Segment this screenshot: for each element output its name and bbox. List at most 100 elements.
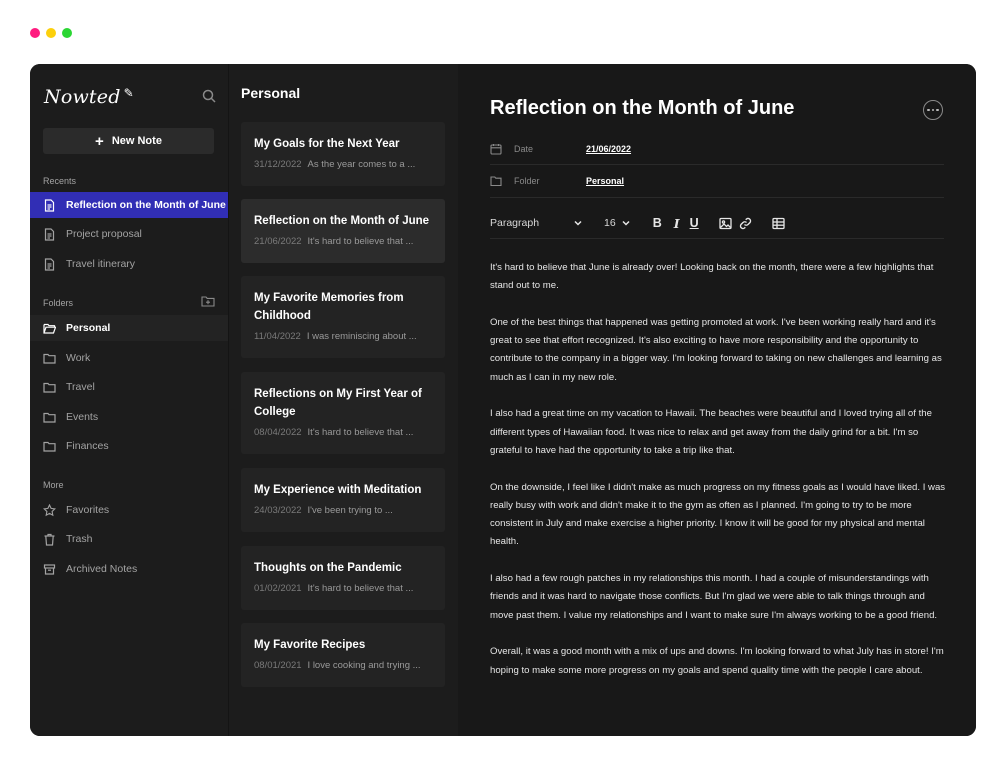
- more-item-trash[interactable]: Trash: [30, 526, 228, 552]
- note-card-snippet: As the year comes to a ...: [307, 159, 416, 170]
- note-card-date: 24/03/2022: [254, 505, 302, 516]
- note-list-title: Personal: [241, 85, 301, 101]
- paragraph: On the downside, I feel like I didn't ma…: [490, 481, 946, 548]
- note-card[interactable]: My Favorite Recipes 08/01/2021 I love coo…: [241, 623, 445, 687]
- more-item-label: Trash: [66, 533, 93, 545]
- more-item-favorites[interactable]: Favorites: [30, 497, 228, 523]
- note-card-title: My Favorite Recipes: [254, 639, 366, 651]
- folder-item-finances[interactable]: Finances: [30, 433, 228, 459]
- note-card-snippet: It's hard to believe that ...: [307, 236, 414, 247]
- note-card-title: Reflection on the Month of June: [254, 215, 430, 227]
- app-window: Nowted ✎ + New Note Recents Reflection on…: [30, 64, 976, 736]
- recent-item-label: Reflection on the Month of June: [66, 199, 226, 211]
- note-card[interactable]: My Favorite Memories from Childhood 11/0…: [241, 276, 445, 358]
- new-note-label: New Note: [111, 135, 162, 147]
- app-logo: Nowted ✎: [44, 86, 134, 108]
- paragraph: I also had a great time on my vacation t…: [490, 408, 932, 456]
- calendar-icon: [490, 144, 502, 155]
- paragraph-select[interactable]: Paragraph: [490, 217, 583, 229]
- sidebar: Nowted ✎ + New Note Recents Reflection on…: [30, 64, 228, 736]
- note-card-active[interactable]: Reflection on the Month of June 21/06/20…: [241, 199, 445, 263]
- maximize-dot[interactable]: [62, 28, 72, 38]
- new-note-button[interactable]: + New Note: [43, 128, 214, 154]
- note-card-snippet: I've been trying to ...: [307, 505, 393, 516]
- more-item-label: Archived Notes: [66, 563, 138, 575]
- folder-open-icon: [43, 323, 56, 334]
- star-icon: [43, 503, 56, 516]
- document-icon: [44, 227, 55, 241]
- chevron-down-icon: [622, 220, 630, 226]
- folder-item-work[interactable]: Work: [30, 345, 228, 371]
- note-card[interactable]: Reflections on My First Year of College …: [241, 372, 445, 454]
- note-card-snippet: It's hard to believe that ...: [307, 427, 414, 438]
- note-list: Personal My Goals for the Next Year 31/1…: [228, 64, 458, 736]
- search-icon[interactable]: [201, 88, 217, 104]
- minimize-dot[interactable]: [46, 28, 56, 38]
- folder-item-label: Events: [66, 411, 99, 423]
- bold-button[interactable]: B: [653, 216, 662, 230]
- table-icon[interactable]: [772, 217, 785, 230]
- folder-item-label: Finances: [66, 440, 109, 452]
- note-card-title: Thoughts on the Pandemic: [254, 562, 402, 574]
- note-card-snippet: I love cooking and trying ...: [307, 660, 421, 671]
- folder-value[interactable]: Personal: [586, 176, 624, 186]
- divider: [490, 197, 944, 198]
- folder-icon: [490, 176, 502, 187]
- image-icon[interactable]: [719, 217, 732, 230]
- plus-icon: +: [95, 132, 104, 150]
- recent-item-label: Project proposal: [66, 228, 142, 240]
- note-body[interactable]: It's hard to believe that June is alread…: [490, 259, 948, 698]
- close-dot[interactable]: [30, 28, 40, 38]
- note-title[interactable]: Reflection on the Month of June: [490, 97, 794, 120]
- folder-item-label: Personal: [66, 322, 111, 334]
- recent-item-project-proposal[interactable]: Project proposal: [30, 221, 228, 247]
- folder-item-personal[interactable]: Personal: [30, 315, 228, 341]
- folder-row: Folder Personal: [490, 165, 944, 197]
- folder-item-label: Work: [66, 352, 91, 364]
- note-card-title: My Experience with Meditation: [254, 484, 422, 496]
- note-card-title: My Goals for the Next Year: [254, 138, 400, 150]
- folder-icon: [43, 382, 56, 393]
- paragraph: One of the best things that happened was…: [490, 316, 942, 383]
- note-card[interactable]: My Goals for the Next Year 31/12/2022 As …: [241, 122, 445, 186]
- note-card-date: 31/12/2022: [254, 159, 302, 170]
- more-item-label: Favorites: [66, 504, 110, 516]
- note-card-date: 11/04/2022: [254, 331, 301, 342]
- recent-item-reflection-june[interactable]: Reflection on the Month of June: [30, 192, 228, 218]
- more-label: More: [43, 480, 64, 490]
- paragraph: Overall, it was a good month with a mix …: [490, 646, 944, 676]
- document-icon: [44, 257, 55, 271]
- italic-button[interactable]: I: [674, 216, 680, 231]
- paragraph-select-value: Paragraph: [490, 217, 540, 229]
- folder-icon: [43, 412, 56, 423]
- underline-button[interactable]: U: [690, 216, 699, 230]
- folder-item-travel[interactable]: Travel: [30, 374, 228, 400]
- note-card[interactable]: My Experience with Meditation 24/03/2022…: [241, 468, 445, 532]
- note-card-date: 08/04/2022: [254, 427, 302, 438]
- date-row: Date 21/06/2022: [490, 133, 944, 165]
- note-card-snippet: I was reminiscing about ...: [306, 331, 417, 342]
- window-controls: [30, 28, 72, 38]
- font-size-value: 16: [604, 217, 616, 229]
- note-editor: Reflection on the Month of June Date 21/…: [458, 64, 976, 736]
- folder-icon: [43, 353, 56, 364]
- date-value[interactable]: 21/06/2022: [586, 144, 631, 154]
- link-icon[interactable]: [739, 217, 752, 230]
- date-label: Date: [514, 144, 534, 154]
- more-item-archived[interactable]: Archived Notes: [30, 556, 228, 582]
- archive-icon: [43, 563, 56, 575]
- folder-item-label: Travel: [66, 381, 95, 393]
- font-size-select[interactable]: 16: [604, 217, 631, 229]
- add-folder-icon[interactable]: [201, 295, 215, 307]
- recents-label: Recents: [43, 176, 77, 186]
- trash-icon: [44, 533, 55, 546]
- formatting-toolbar: Paragraph 16 B I U: [490, 212, 944, 234]
- recent-item-travel-itinerary[interactable]: Travel itinerary: [30, 251, 228, 277]
- folder-item-events[interactable]: Events: [30, 404, 228, 430]
- note-card-date: 08/01/2021: [254, 660, 302, 671]
- note-card-snippet: It's hard to believe that ...: [307, 583, 414, 594]
- note-card-title: My Favorite Memories from Childhood: [254, 292, 404, 322]
- folders-label: Folders: [43, 298, 74, 308]
- note-card[interactable]: Thoughts on the Pandemic 01/02/2021 It's …: [241, 546, 445, 610]
- more-options-button[interactable]: [923, 100, 943, 120]
